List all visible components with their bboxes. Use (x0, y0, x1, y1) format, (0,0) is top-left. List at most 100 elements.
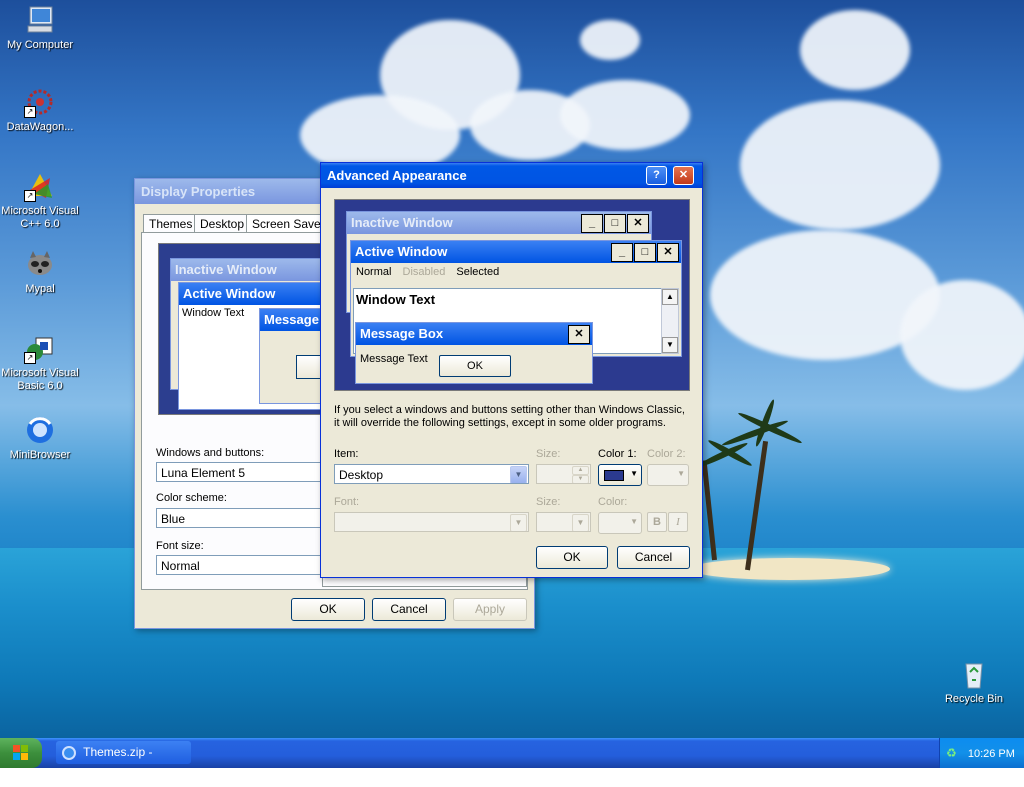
advanced-appearance-titlebar[interactable]: Advanced Appearance ? ✕ (321, 163, 702, 188)
desktop-icon-mypal[interactable]: Mypal (0, 248, 80, 296)
preview-message-text: Message Text (360, 353, 428, 365)
scroll-up-icon: ▲ (662, 289, 678, 305)
scroll-down-icon: ▼ (662, 337, 678, 353)
icon-label: My Computer (6, 39, 74, 51)
cloud (900, 280, 1024, 390)
computer-icon (24, 4, 56, 36)
maximize-icon: □ (634, 243, 656, 262)
preview-ok-button: OK (439, 355, 511, 377)
ok-button[interactable]: OK (291, 598, 365, 621)
preview-msgbox-title-text: Message Box (360, 326, 444, 341)
color2-picker[interactable]: ▼ (647, 464, 689, 486)
preview-inactive-title-text: Inactive Window (351, 215, 453, 230)
cloud (580, 20, 640, 60)
ok-button[interactable]: OK (536, 546, 608, 569)
shortcut-arrow-icon: ↗ (24, 106, 36, 118)
system-tray: ♻ 10:26 PM (939, 738, 1024, 768)
item-select[interactable]: Desktop ▼ (334, 464, 529, 484)
cancel-button[interactable]: Cancel (372, 598, 446, 621)
minimize-icon: _ (581, 214, 603, 233)
color-scheme-select[interactable]: Blue (156, 508, 322, 528)
cancel-button[interactable]: Cancel (617, 546, 690, 569)
font-select[interactable]: ▼ (334, 512, 529, 532)
desktop-icon-my-computer[interactable]: My Computer (0, 4, 80, 52)
clock[interactable]: 10:26 PM (968, 748, 1015, 760)
shortcut-arrow-icon: ↗ (24, 190, 36, 202)
island (690, 558, 890, 580)
font-size-select[interactable]: Normal (156, 555, 322, 575)
preview-msgbox-title: Message Box ✕ (356, 323, 592, 345)
italic-button[interactable]: I (668, 512, 688, 532)
preview-message-box: Message Box ✕ Message Text OK (355, 322, 593, 384)
color1-swatch (604, 470, 624, 481)
desktop-icon-recycle-bin[interactable]: Recycle Bin (934, 658, 1014, 706)
taskbar-item-chromium[interactable]: Themes.zip - Chromium (56, 741, 191, 782)
tab-desktop[interactable]: Desktop (194, 214, 251, 233)
preview-menu-bar: Normal Disabled Selected (351, 263, 681, 281)
close-icon: ✕ (627, 214, 649, 233)
chevron-down-icon: ▼ (510, 466, 527, 483)
desktop-icon-visual-basic[interactable]: ↗ Microsoft Visual Basic 6.0 (0, 332, 80, 393)
tab-themes[interactable]: Themes (143, 214, 199, 233)
icon-label: Mypal (25, 283, 55, 295)
preview-menu-selected: Selected (456, 266, 500, 278)
chevron-down-icon: ▼ (510, 514, 527, 531)
cloud (560, 80, 690, 150)
font-size-label: Size: (536, 496, 561, 508)
visual-cpp-icon: ↗ (24, 170, 56, 202)
font-size-label: Font size: (156, 540, 204, 552)
size-spinner[interactable]: ▲ ▼ (536, 464, 591, 484)
font-color-label: Color: (598, 496, 628, 508)
preview-menu-disabled: Disabled (402, 266, 446, 278)
cloud (740, 100, 940, 230)
preview-scrollbar: ▲ ▼ (661, 288, 679, 354)
font-color-picker[interactable]: ▼ (598, 512, 642, 534)
taskbar: Themes.zip - Chromium ♻ 10:26 PM (0, 738, 1024, 782)
windows-buttons-select[interactable]: Luna Element 5 (156, 462, 322, 482)
icon-label: Recycle Bin (944, 693, 1004, 705)
preview-message-title: Message (260, 309, 324, 331)
bold-button[interactable]: B (647, 512, 667, 532)
apply-button[interactable]: Apply (453, 598, 527, 621)
help-button[interactable]: ? (646, 166, 667, 185)
chevron-down-icon: ▼ (630, 469, 638, 478)
tray-recycle-icon[interactable]: ♻ (946, 738, 957, 768)
recycle-bin-icon (958, 658, 990, 690)
icon-label: Microsoft Visual Basic 6.0 (1, 367, 79, 392)
item-label: Item: (334, 448, 359, 460)
chevron-down-icon: ▼ (677, 469, 685, 478)
size-label: Size: (536, 448, 561, 460)
windows-buttons-label: Windows and buttons: (156, 447, 265, 459)
window-title: Advanced Appearance (327, 168, 467, 183)
preview-message-window: Message (259, 308, 326, 404)
preview-inactive-title: Inactive Window _ □ ✕ (347, 212, 651, 234)
color1-picker[interactable]: ▼ (598, 464, 642, 486)
minimize-icon: _ (611, 243, 633, 262)
preview-active-title: Active Window (179, 283, 324, 305)
preview-active-title-text: Active Window (355, 244, 448, 259)
close-button[interactable]: ✕ (673, 166, 694, 185)
desktop-icon-datawagon[interactable]: ↗ DataWagon... (0, 86, 80, 134)
spin-up-icon: ▲ (572, 466, 589, 475)
preview-inactive-title: Inactive Window (171, 259, 324, 281)
font-size-select[interactable]: ▼ (536, 512, 591, 532)
spin-down-icon: ▼ (572, 475, 589, 483)
color-scheme-label: Color scheme: (156, 492, 227, 504)
item-select-value: Desktop (339, 468, 384, 482)
preview-menu-normal: Normal (356, 266, 392, 278)
color1-label: Color 1: (598, 448, 637, 460)
maximize-icon: □ (604, 214, 626, 233)
window-title: Display Properties (141, 184, 256, 199)
cloud (800, 10, 910, 90)
font-label: Font: (334, 496, 360, 508)
visual-basic-icon: ↗ (24, 332, 56, 364)
tab-screen-saver[interactable]: Screen Saver (246, 214, 331, 233)
start-button[interactable] (0, 738, 42, 768)
minibrowser-icon (24, 414, 56, 446)
windows-logo-icon (13, 745, 28, 760)
desktop-icon-minibrowser[interactable]: MiniBrowser (0, 414, 80, 462)
preview-active-title: Active Window _ □ ✕ (351, 241, 681, 263)
desktop-icon-visual-cpp[interactable]: ↗ Microsoft Visual C++ 6.0 (0, 170, 80, 231)
color2-label: Color 2: (647, 448, 686, 460)
override-note: If you select a windows and buttons sett… (334, 404, 685, 429)
